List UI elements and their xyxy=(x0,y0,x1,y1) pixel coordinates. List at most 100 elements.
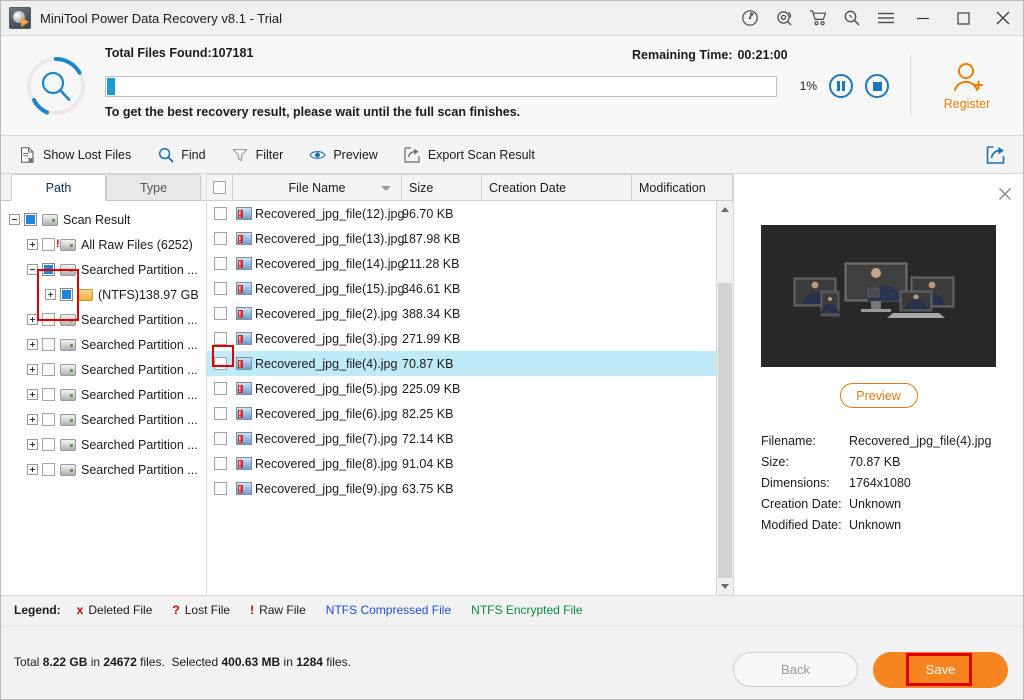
tree-node[interactable]: Searched Partition ... xyxy=(1,432,206,457)
register-button[interactable]: Register xyxy=(911,61,1023,111)
expand-node-icon[interactable] xyxy=(27,439,38,450)
show-lost-files-button[interactable]: Show Lost Files xyxy=(19,146,131,163)
row-checkbox[interactable] xyxy=(213,257,227,270)
file-list-rows[interactable]: Recovered_jpg_file(12).jpg96.70 KBRecove… xyxy=(207,201,733,595)
column-header-modification[interactable]: Modification xyxy=(632,175,733,200)
expand-node-icon[interactable] xyxy=(27,314,38,325)
expand-node-icon[interactable] xyxy=(45,289,56,300)
tree-node[interactable]: Searched Partition ... xyxy=(1,457,206,482)
preview-open-button[interactable]: Preview xyxy=(839,383,918,408)
preview-button[interactable]: Preview xyxy=(309,146,378,163)
table-row[interactable]: Recovered_jpg_file(3).jpg 271.99 KB xyxy=(207,326,733,351)
row-checkbox-cell[interactable] xyxy=(207,457,233,470)
table-row[interactable]: Recovered_jpg_file(8).jpg 91.04 KB xyxy=(207,451,733,476)
row-checkbox-cell[interactable] xyxy=(207,432,233,445)
share-export-icon[interactable] xyxy=(985,144,1007,166)
minimize-icon[interactable] xyxy=(903,1,943,35)
export-scan-result-button[interactable]: Export Scan Result xyxy=(404,146,535,163)
row-checkbox[interactable] xyxy=(213,407,227,420)
row-checkbox[interactable] xyxy=(213,432,227,445)
expand-node-icon[interactable] xyxy=(27,239,38,250)
tree-node-checkbox[interactable] xyxy=(42,388,55,401)
maximize-icon[interactable] xyxy=(943,1,983,35)
tab-path[interactable]: Path xyxy=(11,174,106,201)
scrollbar-thumb[interactable] xyxy=(718,283,732,588)
tree-node[interactable]: Scan Result xyxy=(1,207,206,232)
tree-node-checkbox[interactable] xyxy=(42,438,55,451)
menu-icon[interactable] xyxy=(869,1,903,35)
row-checkbox-cell[interactable] xyxy=(207,232,233,245)
row-checkbox-cell[interactable] xyxy=(207,307,233,320)
tree-node-checkbox[interactable] xyxy=(42,313,55,326)
table-row[interactable]: Recovered_jpg_file(14).jpg211.28 KB xyxy=(207,251,733,276)
tree-node-checkbox[interactable] xyxy=(42,338,55,351)
select-all-checkbox[interactable] xyxy=(213,181,226,194)
row-checkbox-cell[interactable] xyxy=(207,207,233,220)
column-header-size[interactable]: Size xyxy=(402,175,482,200)
row-checkbox[interactable] xyxy=(213,382,227,395)
table-row[interactable]: Recovered_jpg_file(9).jpg 63.75 KB xyxy=(207,476,733,501)
row-checkbox[interactable] xyxy=(213,307,227,320)
tree-node[interactable]: All Raw Files (6252) xyxy=(1,232,206,257)
table-row[interactable]: Recovered_jpg_file(6).jpg 82.25 KB xyxy=(207,401,733,426)
row-checkbox[interactable] xyxy=(213,232,227,245)
row-checkbox[interactable] xyxy=(213,457,227,470)
tree-node-checkbox[interactable] xyxy=(24,213,37,226)
close-icon[interactable] xyxy=(983,1,1023,35)
filter-button[interactable]: Filter xyxy=(232,146,283,163)
row-checkbox-cell[interactable] xyxy=(207,482,233,495)
table-row[interactable]: Recovered_jpg_file(2).jpg 388.34 KB xyxy=(207,301,733,326)
table-row[interactable]: Recovered_jpg_file(5).jpg 225.09 KB xyxy=(207,376,733,401)
collapse-node-icon[interactable] xyxy=(9,214,20,225)
row-checkbox[interactable] xyxy=(213,282,227,295)
row-checkbox[interactable] xyxy=(213,332,227,345)
preview-close-icon[interactable] xyxy=(998,187,1012,201)
stop-button[interactable] xyxy=(865,74,889,98)
scroll-up-button[interactable] xyxy=(717,201,733,218)
expand-node-icon[interactable] xyxy=(27,339,38,350)
expand-node-icon[interactable] xyxy=(27,389,38,400)
row-checkbox-cell[interactable] xyxy=(207,357,233,370)
tree-node[interactable]: Searched Partition ... xyxy=(1,357,206,382)
disk-scan-icon[interactable] xyxy=(733,1,767,35)
table-row[interactable]: Recovered_jpg_file(13).jpg187.98 KB xyxy=(207,226,733,251)
back-button[interactable]: Back xyxy=(733,651,858,687)
tree-node[interactable]: Searched Partition ... xyxy=(1,257,206,282)
scroll-down-button[interactable] xyxy=(717,577,733,595)
row-checkbox[interactable] xyxy=(213,357,227,370)
table-row[interactable]: Recovered_jpg_file(15).jpg346.61 KB xyxy=(207,276,733,301)
find-button[interactable]: Find xyxy=(157,146,206,163)
row-checkbox-cell[interactable] xyxy=(207,332,233,345)
row-checkbox-cell[interactable] xyxy=(207,257,233,270)
tree-node[interactable]: Searched Partition ... xyxy=(1,332,206,357)
tree-node-checkbox[interactable] xyxy=(42,463,55,476)
row-checkbox[interactable] xyxy=(213,482,227,495)
tree-node[interactable]: (NTFS)138.97 GB xyxy=(1,282,206,307)
column-header-creation-date[interactable]: Creation Date xyxy=(482,175,632,200)
row-checkbox-cell[interactable] xyxy=(207,407,233,420)
row-checkbox-cell[interactable] xyxy=(207,282,233,295)
expand-node-icon[interactable] xyxy=(27,364,38,375)
tree-node-checkbox[interactable] xyxy=(42,263,55,276)
pause-button[interactable] xyxy=(829,74,853,98)
file-list-scrollbar[interactable] xyxy=(716,201,733,595)
table-row[interactable]: Recovered_jpg_file(12).jpg96.70 KB xyxy=(207,201,733,226)
column-header-file-name[interactable]: File Name xyxy=(233,175,402,200)
row-checkbox-cell[interactable] xyxy=(207,382,233,395)
expand-node-icon[interactable] xyxy=(27,464,38,475)
tree-node-checkbox[interactable] xyxy=(42,363,55,376)
scan-result-tree[interactable]: Scan Result All Raw Files (6252) Searched … xyxy=(1,201,206,595)
tree-node-checkbox[interactable] xyxy=(42,238,55,251)
collapse-node-icon[interactable] xyxy=(27,264,38,275)
tree-node[interactable]: Searched Partition ... xyxy=(1,407,206,432)
select-all-header-cell[interactable] xyxy=(207,175,233,200)
table-row[interactable]: Recovered_jpg_file(4).jpg 70.87 KB xyxy=(207,351,733,376)
cart-icon[interactable] xyxy=(801,1,835,35)
row-checkbox[interactable] xyxy=(213,207,227,220)
tab-type[interactable]: Type xyxy=(106,174,201,200)
table-row[interactable]: Recovered_jpg_file(7).jpg 72.14 KB xyxy=(207,426,733,451)
search-icon[interactable] xyxy=(835,1,869,35)
tree-node[interactable]: Searched Partition ... xyxy=(1,382,206,407)
expand-node-icon[interactable] xyxy=(27,414,38,425)
tree-node-checkbox[interactable] xyxy=(42,413,55,426)
